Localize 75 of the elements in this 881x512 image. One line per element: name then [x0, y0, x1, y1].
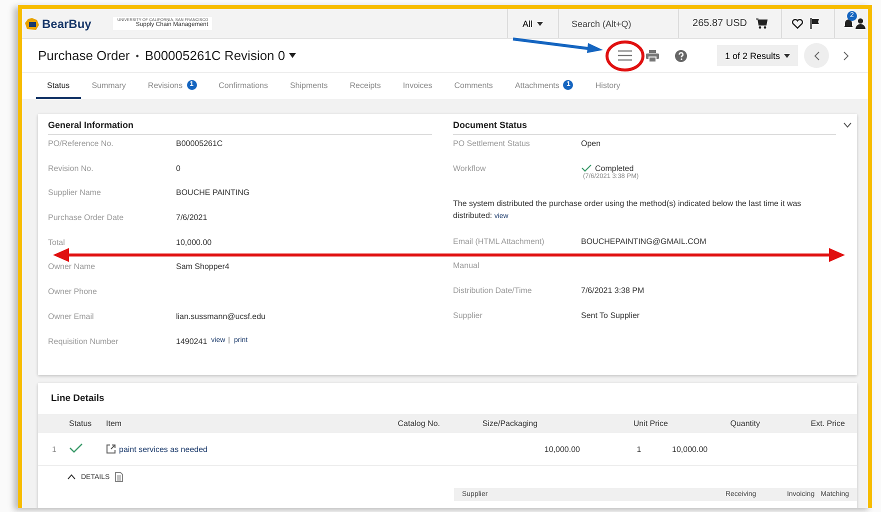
help-icon[interactable] — [674, 50, 687, 62]
page-title: Purchase Order — [38, 48, 130, 63]
table-cell-text: 10,000.00 — [543, 444, 580, 454]
field-label: Supplier — [453, 310, 484, 320]
document-icon[interactable] — [114, 472, 123, 482]
field-label: Workflow — [453, 164, 487, 173]
chevron-up-icon — [67, 474, 76, 480]
section-title: Document Status — [453, 120, 528, 130]
column-header: Catalog No. — [396, 419, 440, 428]
field-label: PO Settlement Status — [453, 139, 531, 148]
tab[interactable]: Shipments — [278, 73, 339, 99]
caret-icon — [289, 53, 296, 58]
tab[interactable]: Summary — [80, 73, 137, 99]
tab[interactable]: Confirmations — [208, 73, 279, 99]
chevron-left-icon — [814, 50, 820, 60]
cart-icon[interactable] — [756, 18, 768, 29]
field-value: Sam Shopper4 — [176, 262, 230, 272]
field-label: PO/Reference No. — [48, 139, 114, 148]
field-label: Purchase Order Date — [48, 213, 125, 222]
field-value: Completed — [595, 164, 634, 173]
field-label: Total — [48, 238, 66, 247]
field-label: Owner Email — [48, 312, 95, 321]
flag-icon[interactable] — [810, 18, 820, 29]
field-value: 1490241 — [176, 336, 208, 346]
chevron-down-icon[interactable] — [843, 122, 852, 128]
field-value: Sent To Supplier — [581, 310, 640, 320]
bell-icon[interactable] — [843, 18, 854, 29]
cart-total[interactable]: 265.87 USD — [692, 18, 747, 29]
field-value: B00005261C — [176, 139, 223, 148]
section-title: General Information — [48, 120, 432, 135]
field-label: Owner Phone — [48, 287, 98, 296]
field-label: Email (HTML Attachment) — [453, 236, 546, 246]
search-scope-dropdown[interactable]: All — [506, 9, 558, 38]
caret-icon — [784, 54, 790, 58]
chevron-right-icon — [842, 50, 848, 60]
title-separator: • — [136, 50, 139, 60]
logo[interactable]: BearBuy — [22, 16, 92, 30]
column-header: Status — [69, 419, 93, 428]
field-value: BOUCHEPAINTING@GMAIL.COM — [581, 236, 706, 246]
field-value: 7/6/2021 — [176, 213, 208, 222]
print-icon[interactable] — [646, 50, 659, 62]
table-cell-text: 10,000.00 — [671, 444, 709, 454]
menu-icon[interactable] — [618, 50, 632, 61]
column-header: Unit Price — [632, 419, 668, 428]
column-header: Item — [106, 419, 123, 428]
caret-icon — [536, 22, 543, 26]
field-value: 0 — [176, 164, 180, 173]
item-link[interactable]: paint services as needed — [119, 444, 208, 454]
field-label: Supplier Name — [48, 188, 102, 198]
user-icon[interactable] — [855, 18, 866, 29]
column-header: Quantity — [729, 419, 760, 428]
bear-logo-icon — [24, 16, 40, 30]
field-label: Revision No. — [48, 164, 94, 173]
field-value: lian.sussmann@ucsf.edu — [176, 312, 266, 321]
column-header: Ext. Price — [810, 419, 845, 428]
annotation-circle — [604, 40, 645, 72]
field-value: 10,000.00 — [176, 238, 212, 247]
field-label: Distribution Date/Time — [453, 286, 533, 296]
field-label: Owner Name — [48, 262, 96, 272]
field-label: Manual — [453, 261, 480, 270]
heart-icon[interactable] — [792, 18, 803, 28]
field-value: BOUCHE PAINTING — [176, 188, 250, 198]
field-value: Open — [581, 139, 601, 148]
tab[interactable]: Invoices — [392, 73, 444, 99]
results-dropdown[interactable]: 1 of 2 Results — [716, 45, 798, 66]
table-cell-text: 1 — [636, 444, 642, 454]
section-title: Line Details — [50, 392, 106, 406]
search-field[interactable]: Search (Alt+Q) — [570, 18, 670, 30]
field-label: Requisition Number — [48, 336, 120, 346]
external-link-icon[interactable] — [106, 444, 116, 454]
field-value: 7/6/2021 3:38 PM — [581, 286, 644, 296]
line-number: 1 — [51, 444, 58, 454]
column-header: Size/Packaging — [481, 419, 539, 428]
document-dropdown[interactable]: B00005261C Revision 0 — [144, 48, 296, 63]
tab[interactable]: History — [584, 73, 632, 99]
